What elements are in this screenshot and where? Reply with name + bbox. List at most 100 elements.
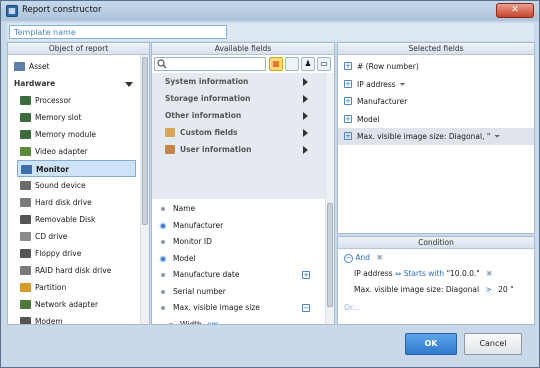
condition-field[interactable]: IP address xyxy=(354,269,393,278)
logic-operator[interactable]: And xyxy=(355,253,370,262)
subfield-text: Width, xyxy=(180,319,205,325)
add-or-link[interactable]: Or... xyxy=(344,301,359,315)
device-filter-button[interactable]: ▭ xyxy=(317,57,331,71)
object-item[interactable]: Removable Disk xyxy=(8,211,139,228)
expand-icon[interactable]: + xyxy=(344,97,352,105)
expand-arrow-icon[interactable] xyxy=(303,95,308,103)
monitor-icon: ▭ xyxy=(320,59,328,68)
object-item[interactable]: Floppy drive xyxy=(8,245,139,262)
field-category[interactable]: System information xyxy=(152,73,326,90)
object-item[interactable]: Memory slot xyxy=(8,109,139,126)
expand-arrow-icon[interactable] xyxy=(303,129,308,137)
expand-icon[interactable]: + xyxy=(302,271,310,279)
expand-arrow-icon[interactable] xyxy=(303,78,308,86)
mac-filter-button[interactable] xyxy=(285,57,299,71)
filter-funnel-icon[interactable]: ⏷ xyxy=(400,76,406,93)
left-scroll-thumb[interactable] xyxy=(142,57,148,225)
condition-row-ip[interactable]: IP address ⇔ Starts with "10.0.0." ✖ xyxy=(354,267,492,281)
condition-value[interactable]: 20 " xyxy=(498,285,513,294)
selected-field-item[interactable]: + Model xyxy=(338,111,534,128)
object-item[interactable]: Partition xyxy=(8,279,139,296)
condition-header: Condition xyxy=(338,237,534,249)
expand-icon[interactable]: + xyxy=(344,114,352,123)
object-item-label: Hard disk drive xyxy=(35,198,92,207)
field-item[interactable]: Max. visible image size − xyxy=(152,300,324,316)
hardware-icon xyxy=(20,215,31,224)
object-item[interactable]: CD drive xyxy=(8,228,139,245)
windows-filter-button[interactable]: ▦ xyxy=(269,57,283,71)
selected-field-text: # (Row number) xyxy=(357,62,419,71)
expand-arrow-icon[interactable] xyxy=(303,146,308,154)
selected-field-item[interactable]: + # (Row number) xyxy=(338,58,534,75)
collapse-icon[interactable]: − xyxy=(302,304,310,312)
available-fields-panel: Available fields ▦ ♟ ▭ System informatio… xyxy=(151,42,335,325)
category-label: Custom fields xyxy=(180,128,238,137)
field-category[interactable]: Storage information xyxy=(152,90,326,107)
object-item-label: Modem xyxy=(35,317,63,325)
subfield-item[interactable]: Width, cm xyxy=(152,317,324,325)
condition-and-group[interactable]: − And ✖ xyxy=(344,251,383,265)
field-item[interactable]: Manufacture date + xyxy=(152,267,324,283)
object-item-asset[interactable]: Asset xyxy=(8,58,139,75)
filter-funnel-icon[interactable]: ⏷ xyxy=(494,128,500,145)
selected-field-item[interactable]: + IP address ⏷ xyxy=(338,76,534,93)
asset-icon xyxy=(14,62,25,71)
close-button[interactable]: ✕ xyxy=(496,3,534,18)
object-item[interactable]: Hard disk drive xyxy=(8,194,139,211)
field-item[interactable]: Name xyxy=(152,201,324,217)
linux-filter-button[interactable]: ♟ xyxy=(301,57,315,71)
remove-icon[interactable]: ✖ xyxy=(486,269,492,278)
template-name-input[interactable] xyxy=(9,25,227,39)
object-item[interactable]: Monitor xyxy=(17,160,136,177)
field-item[interactable]: Manufacturer xyxy=(152,218,324,234)
report-constructor-window: ▦ Report constructor ✕ Object of report … xyxy=(0,0,540,368)
hardware-icon xyxy=(20,300,31,309)
bullet-icon xyxy=(161,207,165,211)
field-item[interactable]: Model xyxy=(152,251,324,267)
expand-arrow-icon[interactable] xyxy=(303,112,308,120)
selected-field-item[interactable]: + Manufacturer xyxy=(338,93,534,110)
group-hardware[interactable]: Hardware xyxy=(8,75,139,92)
selected-fields-header: Selected fields xyxy=(338,43,534,55)
hardware-icon xyxy=(20,232,31,241)
object-item-label: Video adapter xyxy=(35,147,88,156)
condition-value[interactable]: "10.0.0." xyxy=(447,269,480,278)
expand-icon[interactable]: + xyxy=(344,62,352,70)
collapse-arrow-icon[interactable] xyxy=(125,82,133,87)
selected-field-text: Max. visible image size: Diagonal, " xyxy=(357,132,491,141)
unit-label: cm xyxy=(207,319,219,325)
object-item[interactable]: Network adapter xyxy=(8,296,139,313)
object-item[interactable]: Memory module xyxy=(8,126,139,143)
bullet-icon xyxy=(161,223,165,228)
object-item[interactable]: Video adapter xyxy=(8,143,139,160)
condition-operator[interactable]: ⇔ Starts with xyxy=(395,269,444,278)
hardware-icon xyxy=(20,249,31,258)
middle-scroll-thumb[interactable] xyxy=(327,203,333,307)
field-item[interactable]: Monitor ID xyxy=(152,234,324,250)
field-label: Manufacturer xyxy=(173,220,224,230)
subfield-label: Width, cm xyxy=(180,317,219,325)
custom-fields-icon xyxy=(165,128,175,137)
field-item[interactable]: Serial number xyxy=(152,284,324,300)
object-item[interactable]: Sound device xyxy=(8,177,139,194)
object-item[interactable]: RAID hard disk drive xyxy=(8,262,139,279)
field-category[interactable]: Custom fields xyxy=(152,124,326,141)
ok-button[interactable]: OK xyxy=(405,333,457,355)
left-scrollbar[interactable] xyxy=(140,55,149,324)
object-item[interactable]: Processor xyxy=(8,92,139,109)
condition-row-diagonal[interactable]: Max. visible image size: Diagonal > 20 "… xyxy=(354,283,534,297)
field-search-input[interactable] xyxy=(154,57,266,71)
remove-icon[interactable]: ✖ xyxy=(376,253,382,262)
expand-icon[interactable]: + xyxy=(344,79,352,88)
expand-icon[interactable]: + xyxy=(344,132,352,140)
condition-operator[interactable]: > xyxy=(485,285,491,294)
selected-field-item[interactable]: + Max. visible image size: Diagonal, " ⏷ xyxy=(338,128,534,145)
title-bar: ▦ Report constructor ✕ xyxy=(1,1,539,21)
object-item[interactable]: Modem xyxy=(8,313,139,325)
collapse-icon[interactable]: − xyxy=(344,254,353,263)
middle-scrollbar[interactable] xyxy=(325,73,334,324)
field-category[interactable]: Other information xyxy=(152,107,326,124)
condition-field[interactable]: Max. visible image size: Diagonal xyxy=(354,285,479,294)
cancel-button[interactable]: Cancel xyxy=(464,333,522,355)
field-category[interactable]: User information xyxy=(152,141,326,158)
